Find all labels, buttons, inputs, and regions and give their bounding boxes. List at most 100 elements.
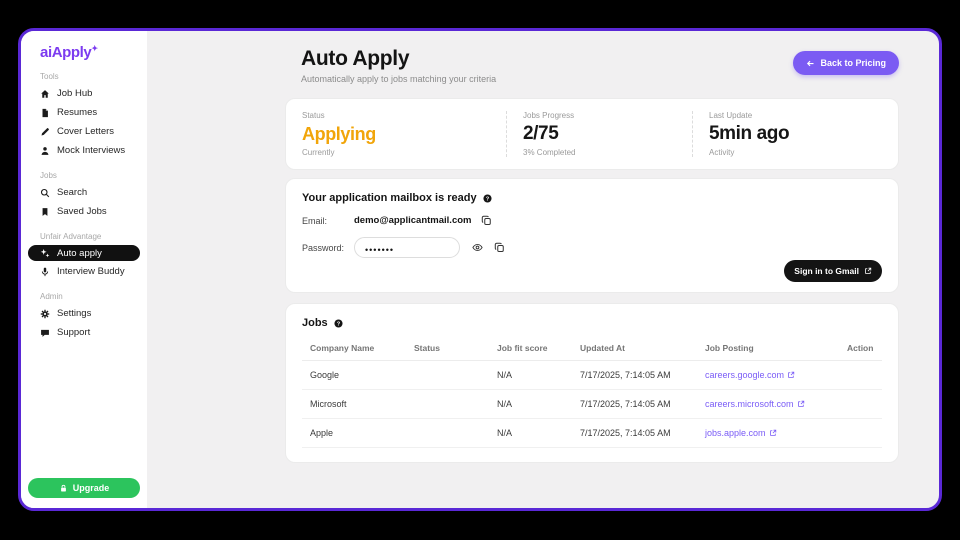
status-sublabel: Currently: [302, 148, 335, 157]
show-password-icon[interactable]: [472, 242, 483, 253]
column-header-job-fit: Job fit score: [489, 338, 572, 361]
company-cell: Google: [302, 360, 406, 390]
password-field[interactable]: [354, 237, 460, 258]
arrow-left-icon: [806, 59, 815, 68]
last-update-label: Last Update: [709, 111, 753, 120]
sidebar-item-label: Mock Interviews: [57, 145, 126, 156]
status-column: Status Applying Currently: [286, 111, 506, 157]
logo-star-icon: ✦: [91, 44, 98, 53]
external-link-icon: [797, 400, 805, 408]
home-icon: [40, 89, 50, 99]
sidebar-section-admin: Admin: [40, 292, 63, 301]
sparkles-icon: [40, 248, 50, 258]
external-link-icon: [787, 371, 795, 379]
sidebar-item-interview-buddy[interactable]: Interview Buddy: [28, 263, 140, 280]
action-cell: [839, 360, 882, 390]
status-card: Status Applying Currently Jobs Progress …: [285, 98, 899, 170]
password-row: Password:: [302, 237, 882, 258]
app-logo-text: aiApply: [40, 44, 92, 61]
jobs-progress-column: Jobs Progress 2/75 3% Completed: [506, 111, 692, 157]
table-row: Microsoft N/A 7/17/2025, 7:14:05 AM care…: [302, 389, 882, 419]
page-header: Auto Apply Automatically apply to jobs m…: [285, 47, 899, 84]
action-cell: [839, 389, 882, 419]
upgrade-label: Upgrade: [72, 483, 110, 493]
copy-email-icon[interactable]: [481, 215, 492, 226]
gear-icon: [40, 309, 50, 319]
sidebar-item-label: Saved Jobs: [57, 206, 107, 217]
mailbox-card: Your application mailbox is ready ? Emai…: [285, 178, 899, 293]
action-cell: [839, 418, 882, 448]
column-header-status: Status: [406, 338, 489, 361]
external-link-icon: [864, 267, 872, 275]
table-row: Google N/A 7/17/2025, 7:14:05 AM careers…: [302, 360, 882, 390]
column-header-company: Company Name: [302, 338, 406, 361]
table-row: Apple N/A 7/17/2025, 7:14:05 AM jobs.app…: [302, 418, 882, 448]
document-icon: [40, 108, 50, 118]
jobs-progress-label: Jobs Progress: [523, 111, 575, 120]
page-subtitle: Automatically apply to jobs matching you…: [301, 74, 497, 84]
sidebar-item-label: Interview Buddy: [57, 266, 125, 277]
help-icon[interactable]: ?: [483, 193, 492, 203]
status-cell: [406, 389, 489, 419]
jobs-table: Company Name Status Job fit score Update…: [302, 338, 882, 448]
job-posting-link[interactable]: careers.microsoft.com: [705, 399, 805, 409]
sidebar: aiApply✦ Tools Job Hub Resumes Cover Let…: [21, 31, 147, 508]
job-posting-label: jobs.apple.com: [705, 428, 766, 438]
email-label: Email:: [302, 215, 328, 226]
sidebar-section-jobs: Jobs: [40, 171, 57, 180]
svg-text:?: ?: [336, 321, 340, 327]
sidebar-item-settings[interactable]: Settings: [28, 305, 140, 322]
back-to-pricing-button[interactable]: Back to Pricing: [793, 51, 899, 75]
sidebar-item-label: Support: [57, 327, 91, 338]
search-icon: [40, 188, 50, 198]
lock-icon: [59, 484, 68, 493]
job-fit-cell: N/A: [489, 418, 572, 448]
help-icon[interactable]: ?: [334, 318, 343, 328]
jobs-title: Jobs: [302, 317, 328, 329]
sidebar-item-resumes[interactable]: Resumes: [28, 104, 140, 121]
company-cell: Microsoft: [302, 389, 406, 419]
pen-icon: [40, 127, 50, 137]
bookmark-icon: [40, 207, 50, 217]
sidebar-item-label: Job Hub: [57, 88, 93, 99]
app-window: aiApply✦ Tools Job Hub Resumes Cover Let…: [18, 28, 942, 511]
gmail-button-label: Sign in to Gmail: [794, 266, 859, 276]
last-update-value: 5min ago: [709, 123, 790, 144]
jobs-progress-sublabel: 3% Completed: [523, 148, 576, 157]
status-value: Applying: [302, 123, 376, 144]
back-to-pricing-label: Back to Pricing: [820, 58, 886, 68]
job-posting-link[interactable]: jobs.apple.com: [705, 428, 777, 438]
sidebar-item-auto-apply[interactable]: Auto apply: [28, 245, 140, 261]
job-posting-label: careers.google.com: [705, 370, 785, 380]
password-label: Password:: [302, 242, 345, 253]
sidebar-item-saved-jobs[interactable]: Saved Jobs: [28, 203, 140, 220]
status-cell: [406, 360, 489, 390]
job-fit-cell: N/A: [489, 389, 572, 419]
email-value: demo@applicantmail.com: [354, 215, 472, 226]
column-header-action: Action: [839, 338, 882, 361]
updated-cell: 7/17/2025, 7:14:05 AM: [572, 418, 697, 448]
column-header-posting: Job Posting: [697, 338, 839, 361]
sidebar-item-label: Cover Letters: [57, 126, 115, 137]
sidebar-item-support[interactable]: Support: [28, 324, 140, 341]
last-update-sublabel: Activity: [709, 148, 735, 157]
copy-password-icon[interactable]: [494, 242, 505, 253]
sidebar-item-label: Search: [57, 187, 88, 198]
upgrade-button[interactable]: Upgrade: [28, 478, 140, 498]
microphone-icon: [40, 267, 50, 277]
job-posting-link[interactable]: careers.google.com: [705, 370, 795, 380]
sign-in-to-gmail-button[interactable]: Sign in to Gmail: [784, 260, 882, 282]
sidebar-item-mock-interviews[interactable]: Mock Interviews: [28, 142, 140, 159]
external-link-icon: [769, 429, 777, 437]
jobs-card: Jobs ? Company Name Status Job fit score…: [285, 303, 899, 463]
sidebar-item-search[interactable]: Search: [28, 184, 140, 201]
company-cell: Apple: [302, 418, 406, 448]
person-icon: [40, 146, 50, 156]
sidebar-item-job-hub[interactable]: Job Hub: [28, 85, 140, 102]
column-header-updated: Updated At: [572, 338, 697, 361]
svg-text:?: ?: [485, 196, 489, 202]
sidebar-item-cover-letters[interactable]: Cover Letters: [28, 123, 140, 140]
updated-cell: 7/17/2025, 7:14:05 AM: [572, 389, 697, 419]
main-content: Auto Apply Automatically apply to jobs m…: [147, 31, 939, 508]
desktop-background: aiApply✦ Tools Job Hub Resumes Cover Let…: [0, 0, 960, 540]
